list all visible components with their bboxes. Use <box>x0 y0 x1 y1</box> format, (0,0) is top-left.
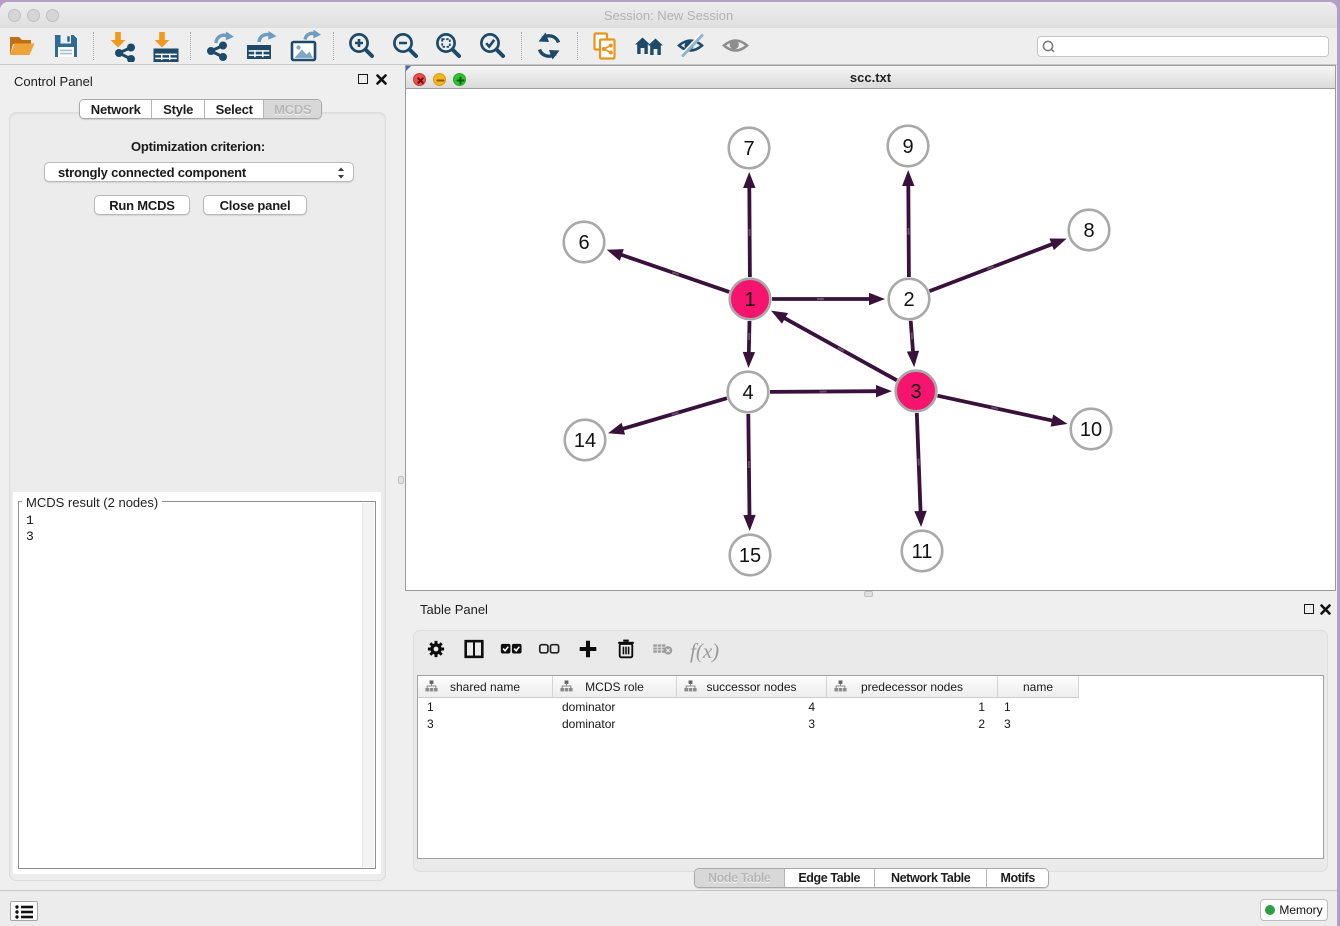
svg-text:9: 9 <box>902 136 913 158</box>
svg-text:3: 3 <box>910 381 921 403</box>
svg-text:1: 1 <box>744 289 755 311</box>
svg-text:15: 15 <box>739 545 761 567</box>
svg-text:11: 11 <box>912 541 933 563</box>
svg-text:6: 6 <box>578 232 589 254</box>
svg-text:14: 14 <box>574 430 596 452</box>
svg-text:10: 10 <box>1080 419 1102 441</box>
svg-text:4: 4 <box>742 382 753 404</box>
svg-text:8: 8 <box>1083 220 1094 242</box>
svg-text:2: 2 <box>903 289 914 311</box>
svg-text:7: 7 <box>743 138 754 160</box>
